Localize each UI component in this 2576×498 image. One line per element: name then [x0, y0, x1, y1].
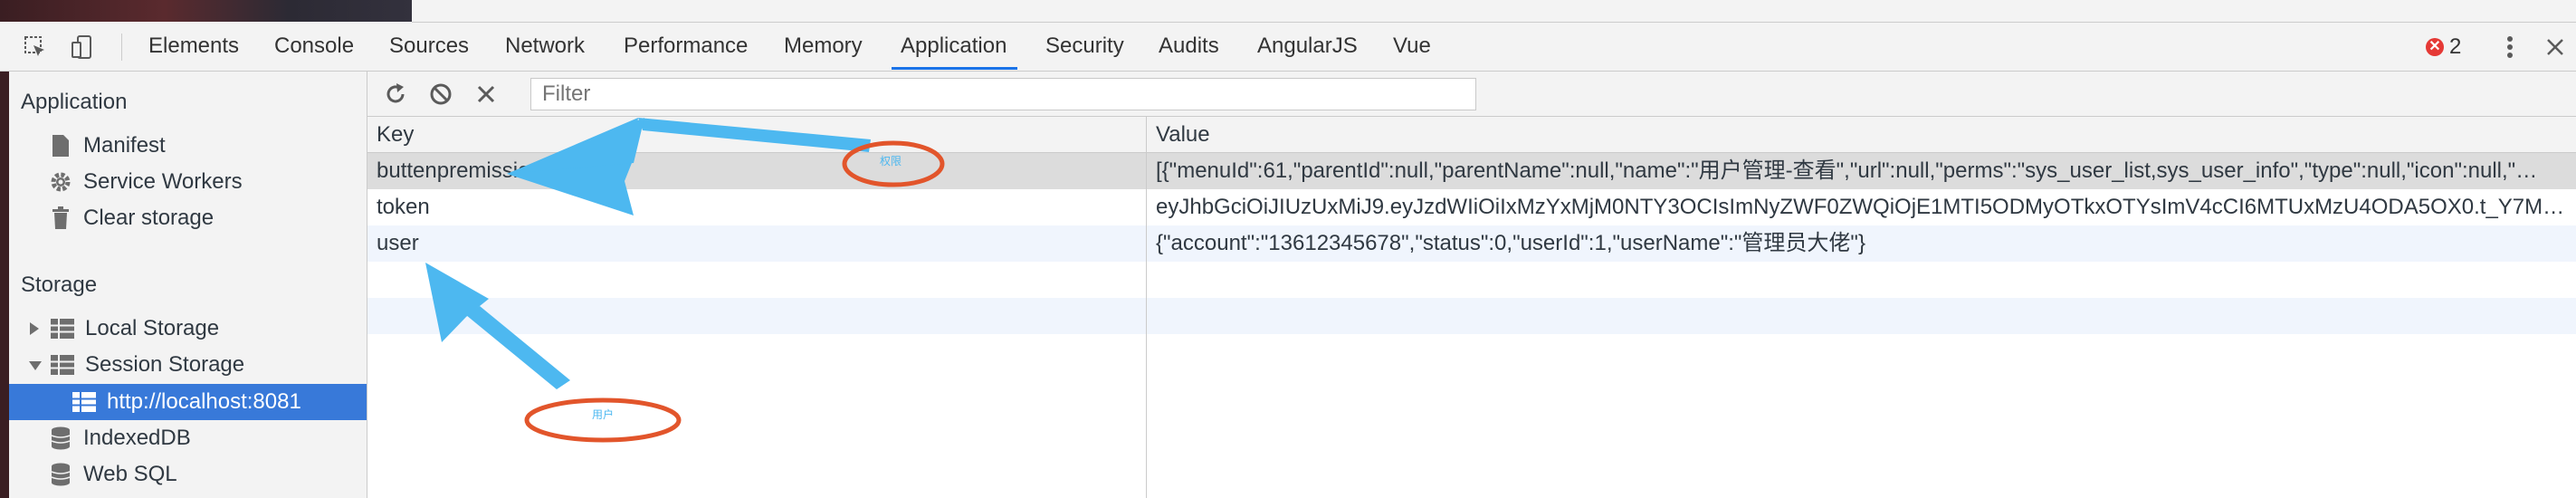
sidebar-item-label: Manifest: [83, 133, 166, 158]
sidebar-item-label: http://localhost:8081: [107, 389, 301, 414]
table-header: Key Value: [367, 117, 2576, 153]
tab-performance[interactable]: Performance: [624, 23, 748, 70]
storage-section-heading: Storage: [21, 273, 98, 297]
application-sidebar: Application Manifest Service Workers Cle…: [0, 72, 367, 498]
grid-icon: [72, 390, 96, 414]
sidebar-item-manifest[interactable]: Manifest: [49, 128, 166, 164]
sidebar-item-clear-storage[interactable]: Clear storage: [49, 200, 214, 236]
table-row[interactable]: buttenpremissions [{"menuId":61,"parentI…: [367, 153, 2576, 189]
tab-security[interactable]: Security: [1045, 23, 1124, 70]
database-icon: [49, 426, 72, 450]
tab-audits[interactable]: Audits: [1159, 23, 1219, 70]
toolbar-divider: [121, 34, 122, 61]
gear-icon: [49, 170, 72, 194]
key-cell[interactable]: user: [367, 225, 1146, 262]
tab-vue[interactable]: Vue: [1393, 23, 1431, 70]
error-count: 2: [2449, 34, 2462, 59]
key-cell[interactable]: token: [367, 189, 1146, 225]
more-options-icon[interactable]: [2496, 34, 2524, 61]
tab-network[interactable]: Network: [505, 23, 585, 70]
table-row[interactable]: user {"account":"13612345678","status":0…: [367, 225, 2576, 262]
column-header-key[interactable]: Key: [367, 117, 414, 153]
sidebar-item-localhost-8081[interactable]: http://localhost:8081: [72, 384, 301, 420]
application-section-heading: Application: [21, 90, 128, 114]
sidebar-item-indexeddb[interactable]: IndexedDB: [49, 420, 191, 456]
column-header-value[interactable]: Value: [1147, 117, 1210, 153]
value-cell[interactable]: eyJhbGciOiJIUzUxMiJ9.eyJzdWIiOiIxMzYxMjM…: [1147, 189, 2576, 225]
storage-toolbar: [367, 72, 2576, 117]
tab-application[interactable]: Application: [892, 23, 1018, 70]
error-counter[interactable]: ✕ 2: [2426, 34, 2461, 60]
refresh-icon[interactable]: [382, 81, 409, 108]
close-devtools-icon[interactable]: [2542, 34, 2569, 61]
devtools-top-edge: [412, 0, 2576, 23]
error-icon: ✕: [2426, 38, 2444, 56]
sidebar-item-label: Service Workers: [83, 169, 243, 194]
page-background-edge: [0, 72, 9, 498]
expand-down-icon[interactable]: [29, 352, 42, 378]
database-icon: [49, 463, 72, 486]
tab-angularjs[interactable]: AngularJS: [1257, 23, 1358, 70]
empty-table-row: [367, 262, 2576, 298]
sidebar-item-service-workers[interactable]: Service Workers: [49, 164, 243, 200]
value-cell[interactable]: {"account":"13612345678","status":0,"use…: [1147, 225, 2576, 262]
tab-sources[interactable]: Sources: [389, 23, 469, 70]
value-cell[interactable]: [{"menuId":61,"parentId":null,"parentNam…: [1147, 153, 2576, 189]
tab-elements[interactable]: Elements: [148, 23, 239, 70]
tab-console[interactable]: Console: [274, 23, 354, 70]
sidebar-item-web-sql[interactable]: Web SQL: [49, 456, 177, 493]
delete-selected-icon[interactable]: [472, 81, 500, 108]
sidebar-item-session-storage[interactable]: Session Storage: [29, 347, 244, 383]
clear-all-icon[interactable]: [427, 81, 454, 108]
sidebar-item-label: Clear storage: [83, 206, 215, 230]
grid-icon: [51, 353, 74, 377]
inspect-element-icon[interactable]: [22, 34, 49, 61]
expand-right-icon[interactable]: [29, 316, 42, 341]
column-divider: [1146, 117, 1147, 498]
key-cell[interactable]: buttenpremissions: [367, 153, 1146, 189]
sidebar-item-label: Web SQL: [83, 462, 177, 486]
browser-top-strip: [0, 0, 2576, 23]
file-icon: [49, 134, 72, 158]
empty-table-row: [367, 298, 2576, 334]
sidebar-item-label: Session Storage: [85, 352, 245, 377]
sidebar-item-local-storage[interactable]: Local Storage: [29, 311, 219, 347]
filter-input[interactable]: [530, 78, 1476, 110]
table-row[interactable]: token eyJhbGciOiJIUzUxMiJ9.eyJzdWIiOiIxM…: [367, 189, 2576, 225]
sidebar-item-label: IndexedDB: [83, 426, 191, 450]
grid-icon: [51, 317, 74, 340]
device-toolbar-icon[interactable]: [69, 34, 96, 61]
sidebar-item-label: Local Storage: [85, 316, 220, 340]
page-background-strip: [0, 0, 412, 22]
trash-icon: [49, 206, 72, 230]
devtools-toolbar: Elements Console Sources Network Performance…: [0, 23, 2576, 72]
tab-memory[interactable]: Memory: [784, 23, 863, 70]
storage-panel: Key Value buttenpremissions [{"menuId":6…: [367, 72, 2576, 498]
